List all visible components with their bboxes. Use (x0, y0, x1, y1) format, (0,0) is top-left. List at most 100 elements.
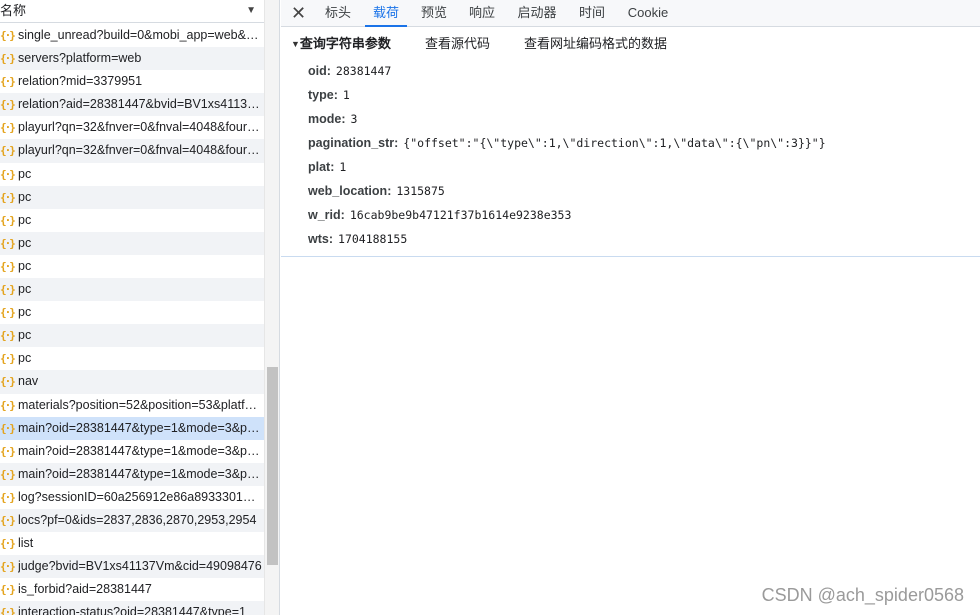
request-name[interactable]: pc (18, 186, 262, 209)
request-name[interactable]: log?sessionID=60a256912e86a8933301b0f0 (18, 486, 262, 509)
param-row: web_location: 1315875 (308, 184, 445, 198)
request-row[interactable]: {·} pc (0, 163, 264, 186)
tab-timing[interactable]: 时间 (572, 0, 612, 27)
request-name[interactable]: playurl?qn=32&fnver=0&fnval=4048&fourk=1 (18, 139, 262, 162)
param-row: mode: 3 (308, 112, 358, 126)
request-name[interactable]: pc (18, 163, 262, 186)
request-name[interactable]: judge?bvid=BV1xs41137Vm&cid=49098476 (18, 555, 262, 578)
request-row[interactable]: {·} locs?pf=0&ids=2837,2836,2870,2953,295… (0, 508, 264, 533)
json-icon: {·} (0, 29, 16, 42)
json-icon: {·} (0, 537, 16, 551)
request-name[interactable]: main?oid=28381447&type=1&mode=3&paginati… (18, 440, 262, 463)
request-name[interactable]: main?oid=28381447&type=1&mode=3&paginati… (18, 463, 262, 486)
scrollbar-thumb[interactable] (267, 367, 278, 565)
json-icon: {·} (0, 329, 16, 343)
request-row[interactable]: {·} list (0, 532, 264, 555)
sort-down-icon[interactable]: ▼ (246, 0, 256, 22)
request-name[interactable]: relation?aid=28381447&bvid=BV1xs41137Vm (18, 93, 262, 116)
request-row[interactable]: {·} pc (0, 324, 264, 348)
json-icon: {·} (0, 52, 16, 66)
request-row[interactable]: {·} relation?mid=3379951 (0, 70, 264, 93)
param-key: oid (308, 64, 327, 78)
json-icon: {·} (0, 75, 16, 89)
request-name[interactable]: pc (18, 324, 262, 347)
request-list-panel: 名称 ▼ {·} single_unread?build=0&mobi_app=w… (0, 0, 264, 615)
query-params-title: 查询字符串参数 (299, 36, 391, 51)
request-name[interactable]: materials?position=52&position=53&platfo… (18, 394, 262, 417)
request-name[interactable]: pc (18, 347, 262, 370)
view-url-encoded-link[interactable]: 查看网址编码格式的数据 (524, 35, 667, 53)
json-icon: {·} (0, 560, 16, 574)
request-name[interactable]: pc (18, 255, 262, 278)
json-icon: {·} (0, 167, 16, 181)
close-icon[interactable]: ✕ (291, 1, 306, 25)
request-row[interactable]: {·}main?oid=28381447&type=1&mode=3&pagin… (0, 416, 264, 440)
request-row[interactable]: {·}main?oid=28381447&type=1&mode=3&pagin… (0, 462, 264, 486)
request-name[interactable]: locs?pf=0&ids=2837,2836,2870,2953,2954 (18, 509, 262, 532)
name-column-header[interactable]: 名称 (0, 3, 26, 18)
json-icon: {·} (0, 444, 16, 458)
json-icon: {·} (0, 236, 16, 250)
request-row[interactable]: {·} playurl?qn=32&fnver=0&fnval=4048&four… (0, 139, 264, 163)
request-name[interactable]: nav (18, 370, 262, 393)
param-value: 3 (350, 112, 358, 126)
tab-payload[interactable]: 载荷 (365, 0, 407, 27)
request-row[interactable]: {·} judge?bvid=BV1xs41137Vm&cid=49098476 (0, 555, 264, 579)
view-source-link[interactable]: 查看源代码 (425, 35, 490, 53)
request-name[interactable]: pc (18, 209, 262, 232)
json-icon: {·} (0, 421, 16, 435)
json-icon: {·} (0, 306, 16, 320)
request-name[interactable]: relation?mid=3379951 (18, 70, 262, 93)
request-row[interactable]: {·} pc (0, 185, 264, 209)
request-name[interactable]: interaction-status?oid=28381447&type=1 (18, 601, 262, 615)
param-value: 28381447 (335, 64, 392, 78)
request-row[interactable]: {·} log?sessionID=60a256912e86a8933301b0f… (0, 486, 264, 509)
param-row: pagination_str: {"offset":"{\"type\":1,\"… (308, 136, 826, 150)
tab-preview[interactable]: 预览 (414, 0, 454, 27)
request-row[interactable]: {·} nav (0, 370, 264, 394)
request-row[interactable]: {·} pc (0, 301, 264, 324)
json-icon: {·} (0, 467, 16, 481)
json-icon: {·} (0, 259, 16, 273)
request-name[interactable]: pc (18, 232, 262, 255)
json-icon: {·} (0, 190, 16, 204)
param-key: web_location (308, 184, 388, 198)
request-name[interactable]: single_unread?build=0&mobi_app=web&unrea… (18, 24, 262, 47)
request-row[interactable]: {·} single_unread?build=0&mobi_app=web&un… (0, 24, 264, 47)
request-row[interactable]: {·} pc (0, 278, 264, 302)
param-value: 16cab9be9b47121f37b1614e9238e353 (349, 208, 572, 222)
tab-response[interactable]: 响应 (462, 0, 502, 27)
details-tab-bar: ✕ 标头 载荷 预览 响应 启动器 时间 Cookie (281, 0, 980, 27)
request-name[interactable]: servers?platform=web (18, 47, 262, 70)
request-list-header[interactable]: 名称 ▼ (0, 0, 264, 23)
param-value: {"offset":"{\"type\":1,\"direction\":1,\… (403, 136, 826, 150)
request-row[interactable]: {·}main?oid=28381447&type=1&mode=3&pagin… (0, 440, 264, 463)
request-name[interactable]: pc (18, 301, 262, 324)
request-row[interactable]: {·} pc (0, 255, 264, 278)
request-name[interactable]: list (18, 532, 262, 555)
tab-headers[interactable]: 标头 (315, 0, 361, 27)
tab-cookie[interactable]: Cookie (623, 0, 673, 27)
tab-initiator[interactable]: 启动器 (511, 0, 563, 27)
request-name[interactable]: pc (18, 278, 262, 301)
request-list-scrollbar[interactable] (264, 0, 280, 615)
request-name[interactable]: main?oid=28381447&type=1&mode=3&paginati… (18, 417, 262, 440)
expand-triangle-icon[interactable]: ▼ (291, 39, 300, 49)
param-key: wts (308, 232, 329, 246)
request-name[interactable]: playurl?qn=32&fnver=0&fnval=4048&fourk=1 (18, 116, 262, 139)
request-row[interactable]: {·} pc (0, 347, 264, 370)
payload-section: ▼查询字符串参数 查看源代码 查看网址编码格式的数据 oid: 28381447 … (281, 27, 980, 257)
request-name[interactable]: is_forbid?aid=28381447 (18, 578, 262, 601)
request-row[interactable]: {·} interaction-status?oid=28381447&type=… (0, 601, 264, 615)
json-icon: {·} (0, 98, 16, 112)
request-row[interactable]: {·} pc (0, 209, 264, 232)
json-icon: {·} (0, 490, 16, 504)
request-row[interactable]: {·} materials?position=52&position=53&pla… (0, 394, 264, 417)
param-row: plat: 1 (308, 160, 347, 174)
query-params-toggle[interactable]: ▼查询字符串参数 (291, 35, 391, 53)
request-row[interactable]: {·} playurl?qn=32&fnver=0&fnval=4048&four… (0, 116, 264, 139)
request-row[interactable]: {·} pc (0, 231, 264, 255)
request-row[interactable]: {·} servers?platform=web (0, 47, 264, 71)
request-row[interactable]: {·} relation?aid=28381447&bvid=BV1xs41137… (0, 93, 264, 117)
request-row[interactable]: {·} is_forbid?aid=28381447 (0, 578, 264, 601)
